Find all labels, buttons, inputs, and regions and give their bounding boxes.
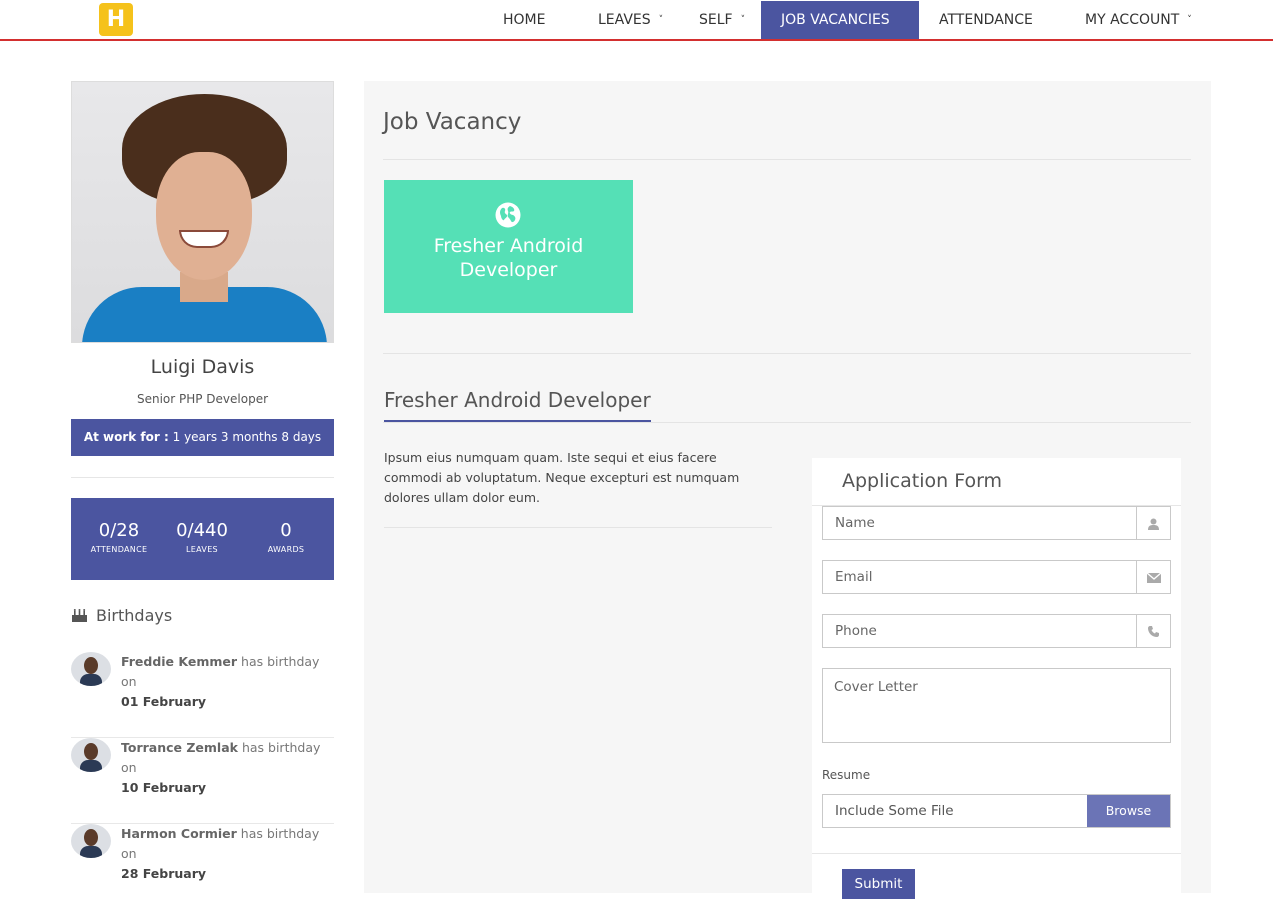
nav-home-label: HOME: [503, 12, 546, 28]
chevron-down-icon: ˅: [1187, 15, 1192, 25]
nav-attendance[interactable]: ATTENDANCE: [939, 1, 1033, 39]
cover-letter-field: [822, 668, 1171, 743]
avatar: [71, 824, 111, 858]
stat-attendance-value: 0/28: [98, 520, 140, 541]
chevron-down-icon: ˅: [740, 15, 746, 25]
chevron-down-icon: ˅: [658, 15, 664, 25]
birthdays-heading: Birthdays: [71, 606, 172, 625]
at-work-label: At work for :: [83, 430, 169, 444]
profile-photo: [71, 81, 334, 343]
divider: [383, 353, 1191, 354]
stat-awards: 0 AWARDS: [242, 520, 330, 554]
name-field: [822, 506, 1171, 540]
nav-leaves[interactable]: LEAVES ˅: [598, 1, 663, 39]
phone-icon: [1136, 615, 1170, 647]
resume-label: Resume: [822, 768, 871, 782]
nav-my-account-label: MY ACCOUNT: [1085, 12, 1180, 28]
nav-leaves-label: LEAVES: [598, 12, 651, 28]
birthday-name[interactable]: Harmon Cormier: [121, 826, 237, 841]
nav-job-vacancies-label: JOB VACANCIES: [781, 12, 890, 28]
nav-self[interactable]: SELF ˅: [699, 1, 745, 39]
divider: [383, 422, 1191, 423]
browse-button[interactable]: Browse: [1087, 795, 1170, 827]
resume-file-field[interactable]: Include Some File Browse: [822, 794, 1171, 828]
name-input[interactable]: [823, 507, 1137, 539]
birthday-name[interactable]: Torrance Zemlak: [121, 740, 238, 755]
birthday-cake-icon: [72, 609, 87, 622]
stat-attendance-label: ATTENDANCE: [90, 545, 148, 554]
stat-leaves-label: LEAVES: [186, 545, 218, 554]
birthday-item: Harmon Cormier has birthday on 28 Februa…: [71, 824, 334, 910]
avatar: [71, 738, 111, 772]
cover-letter-input[interactable]: [823, 669, 1170, 742]
job-card-title: Fresher Android Developer: [433, 235, 584, 281]
avatar: [71, 652, 111, 686]
birthdays-heading-label: Birthdays: [96, 606, 173, 625]
job-section-title: Fresher Android Developer: [384, 388, 651, 422]
birthday-date: 28 February: [121, 866, 207, 881]
nav-attendance-label: ATTENDANCE: [939, 12, 1033, 28]
birthday-item: Torrance Zemlak has birthday on 10 Febru…: [71, 738, 334, 824]
nav-self-label: SELF: [699, 12, 733, 28]
nav-job-vacancies[interactable]: JOB VACANCIES: [761, 1, 919, 39]
stat-awards-value: 0: [280, 520, 292, 541]
nav-home[interactable]: HOME: [503, 1, 545, 39]
job-description: Ipsum eius numquam quam. Iste sequi et e…: [384, 450, 740, 505]
user-icon: [1136, 507, 1170, 539]
main-panel: Job Vacancy Fresher Android Developer Fr…: [364, 81, 1211, 899]
app-logo[interactable]: H: [99, 3, 133, 36]
globe-icon: [495, 202, 521, 228]
stat-leaves: 0/440 LEAVES: [158, 520, 246, 554]
application-form: Application Form Resume Include Some F: [812, 458, 1181, 899]
birthday-date: 10 February: [121, 780, 207, 795]
divider: [71, 477, 334, 478]
birthday-date: 01 February: [121, 694, 207, 709]
divider: [383, 159, 1191, 160]
email-input[interactable]: [823, 561, 1137, 593]
submit-button[interactable]: Submit: [842, 869, 915, 899]
file-placeholder: Include Some File: [835, 803, 954, 819]
at-work-duration: At work for : 1 years 3 months 8 days: [71, 419, 334, 456]
phone-field: [822, 614, 1171, 648]
birthday-name[interactable]: Freddie Kemmer: [121, 654, 237, 669]
nav-my-account[interactable]: MY ACCOUNT ˅: [1085, 1, 1192, 39]
envelope-icon: [1136, 561, 1170, 593]
stat-leaves-value: 0/440: [176, 520, 228, 541]
birthday-item: Freddie Kemmer has birthday on 01 Februa…: [71, 652, 334, 738]
email-field: [822, 560, 1171, 594]
divider: [812, 853, 1181, 854]
divider: [384, 527, 772, 528]
job-vacancy-card[interactable]: Fresher Android Developer: [384, 180, 633, 313]
profile-name: Luigi Davis: [150, 356, 255, 378]
profile-role: Senior PHP Developer: [136, 392, 269, 406]
stat-attendance: 0/28 ATTENDANCE: [75, 520, 163, 554]
at-work-value: 1 years 3 months 8 days: [172, 430, 322, 444]
stat-awards-label: AWARDS: [267, 545, 305, 554]
form-title: Application Form: [842, 470, 1003, 492]
top-navbar: H HOME LEAVES ˅ SELF ˅ JOB VACANCIES ATTEN…: [0, 0, 1273, 41]
phone-input[interactable]: [823, 615, 1137, 647]
profile-stats: 0/28 ATTENDANCE 0/440 LEAVES 0 AWARDS: [71, 498, 334, 580]
page-title: Job Vacancy: [383, 109, 522, 135]
